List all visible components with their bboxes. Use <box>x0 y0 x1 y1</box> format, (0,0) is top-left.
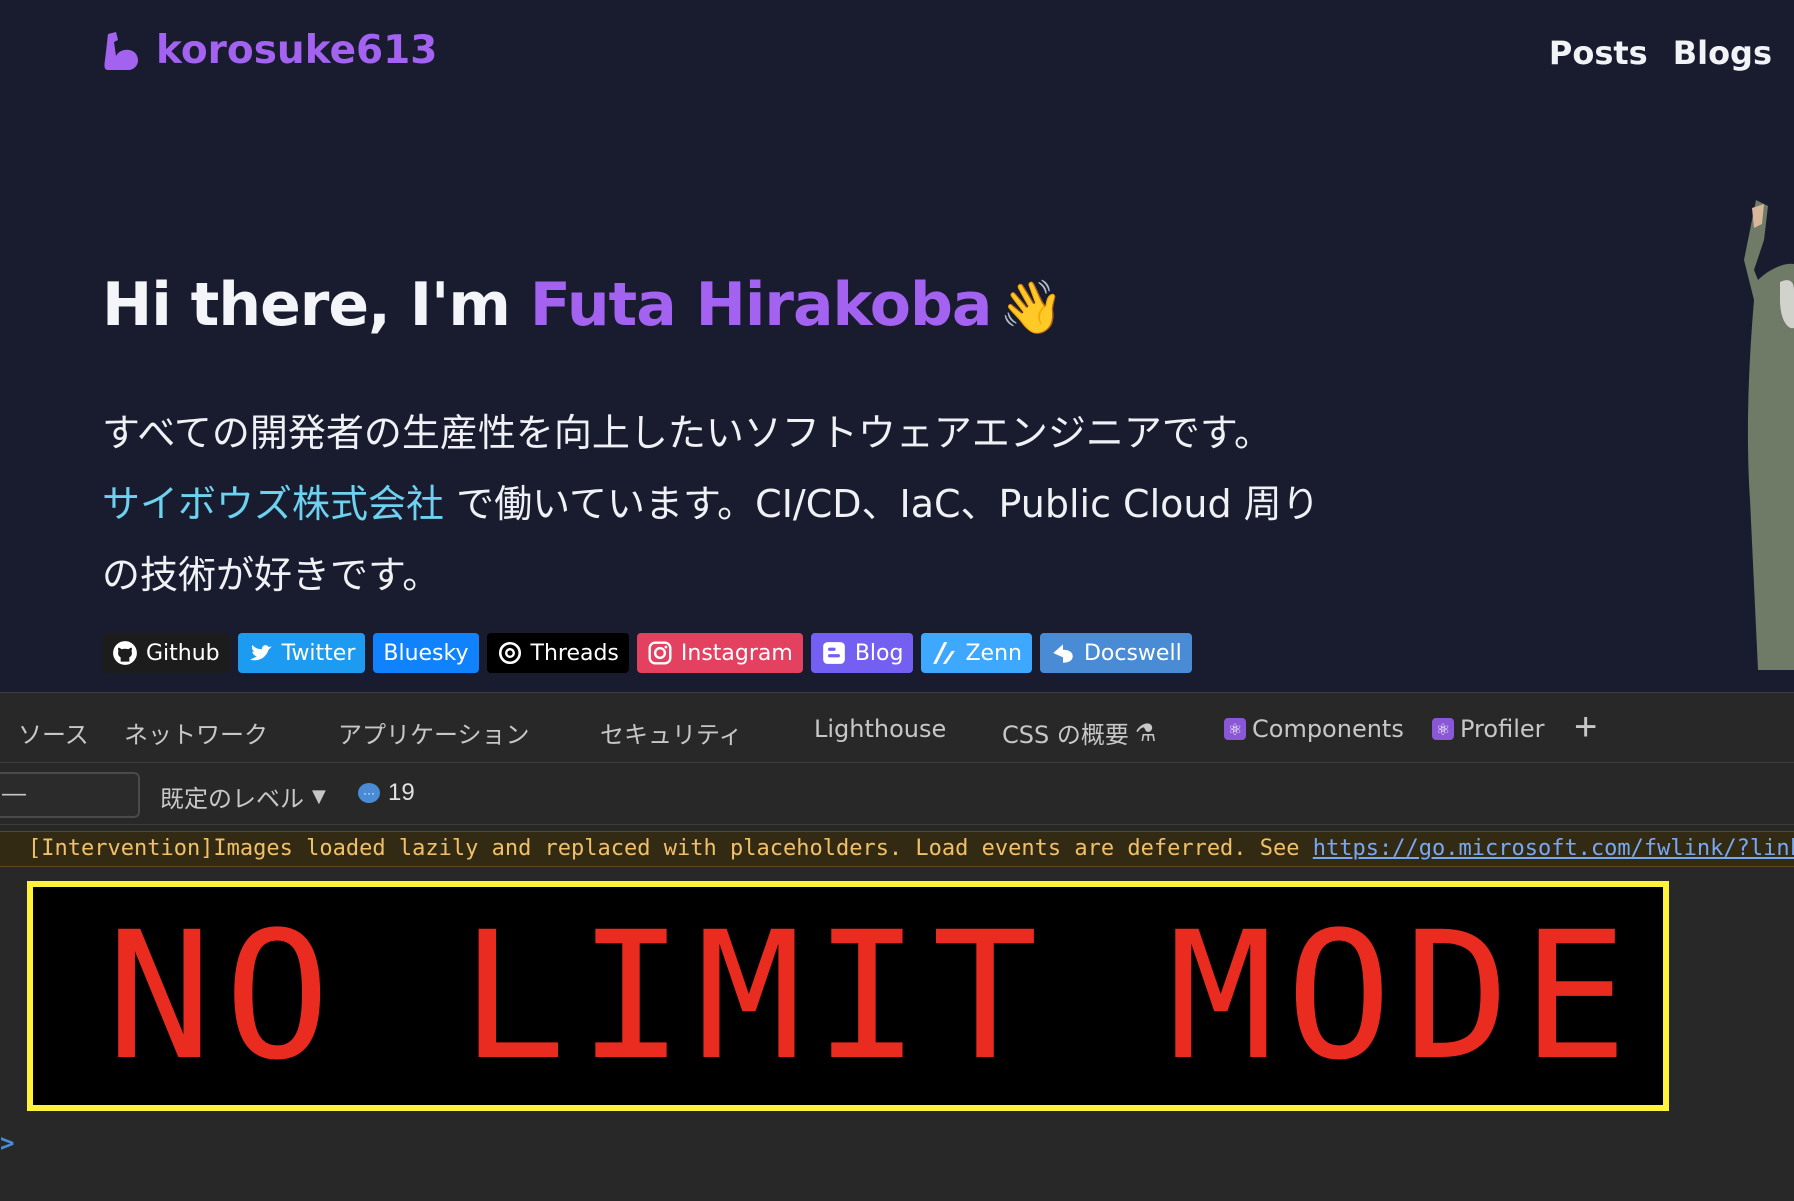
blogger-icon <box>821 640 847 666</box>
hero-prefix: Hi there, I'm <box>102 270 530 340</box>
tab-label: Components <box>1252 715 1404 743</box>
tab-lighthouse[interactable]: Lighthouse <box>814 715 946 743</box>
message-count: 19 <box>388 779 415 806</box>
github-icon <box>112 640 138 666</box>
console-toolbar: — 既定のレベル ▼ ··· 19 <box>0 763 1794 825</box>
console-prompt-icon[interactable]: > <box>0 1129 14 1157</box>
badge-label: Bluesky <box>383 640 469 666</box>
website-viewport: korosuke613 Posts Blogs Hi there, I'm Fu… <box>0 0 1794 692</box>
tab-security[interactable]: セキュリティ <box>600 715 743 750</box>
tab-sources[interactable]: ソース <box>18 715 89 750</box>
waving-hand-icon: 👋 <box>999 278 1064 338</box>
flexed-bicep-icon <box>102 30 142 72</box>
react-icon: ⚛ <box>1224 718 1246 740</box>
zenn-icon <box>931 640 957 666</box>
add-tab-icon[interactable]: + <box>1574 705 1597 750</box>
badge-label: Threads <box>530 640 619 666</box>
chat-bubble-icon: ··· <box>358 783 380 803</box>
badge-bluesky[interactable]: Bluesky <box>373 633 479 673</box>
devtools-panel: ソース ネットワーク アプリケーション セキュリティ Lighthouse CS… <box>0 692 1794 1201</box>
badge-threads[interactable]: Threads <box>486 633 629 673</box>
social-badges: Github Twitter Bluesky Threads Instagram <box>102 633 1192 673</box>
tab-components[interactable]: ⚛ Components <box>1224 715 1404 743</box>
site-brand[interactable]: korosuke613 <box>102 28 437 73</box>
tab-network[interactable]: ネットワーク <box>124 715 268 750</box>
badge-docswell[interactable]: Docswell <box>1039 633 1192 673</box>
badge-label: Zenn <box>965 640 1022 666</box>
tab-application[interactable]: アプリケーション <box>338 715 530 750</box>
badge-label: Github <box>146 640 220 666</box>
top-nav: Posts Blogs <box>1549 34 1772 72</box>
log-level-label: 既定のレベル <box>160 785 304 813</box>
badge-github[interactable]: Github <box>102 633 230 673</box>
docswell-icon <box>1050 640 1076 666</box>
badge-blog[interactable]: Blog <box>810 633 914 673</box>
caret-down-icon: ▼ <box>312 786 326 807</box>
react-icon: ⚛ <box>1432 718 1454 740</box>
badge-instagram[interactable]: Instagram <box>636 633 803 673</box>
nav-blogs-link[interactable]: Blogs <box>1673 34 1772 72</box>
warning-text: [Intervention]Images loaded lazily and r… <box>28 836 1313 861</box>
nav-posts-link[interactable]: Posts <box>1549 34 1648 72</box>
badge-zenn[interactable]: Zenn <box>921 633 1032 673</box>
devtools-tab-bar: ソース ネットワーク アプリケーション セキュリティ Lighthouse CS… <box>0 693 1794 763</box>
tab-profiler[interactable]: ⚛ Profiler <box>1432 715 1545 743</box>
tab-css-overview[interactable]: CSS の概要 ⚗ <box>1002 715 1156 750</box>
no-limit-mode-banner: NO LIMIT MODE <box>27 881 1669 1111</box>
badge-twitter[interactable]: Twitter <box>237 633 366 673</box>
warning-link[interactable]: https://go.microsoft.com/fwlink/?link <box>1313 836 1794 861</box>
badge-label: Instagram <box>680 640 793 666</box>
company-link[interactable]: サイボウズ株式会社 <box>102 482 444 526</box>
flask-icon: ⚗ <box>1134 718 1157 747</box>
tab-label: Profiler <box>1460 715 1545 743</box>
badge-label: Twitter <box>281 640 356 666</box>
banner-text: NO LIMIT MODE <box>106 893 1640 1099</box>
person-photo <box>1694 200 1794 670</box>
message-count-badge[interactable]: ··· 19 <box>358 779 415 807</box>
twitter-icon <box>248 640 274 666</box>
bio-line1: すべての開発者の生産性を向上したいソフトウェアエンジニアです。 <box>102 411 1273 455</box>
filter-input[interactable]: — <box>0 772 140 818</box>
console-warning-row: [Intervention]Images loaded lazily and r… <box>0 831 1794 867</box>
hero-name: Futa Hirakoba <box>529 270 993 340</box>
bio-text: すべての開発者の生産性を向上したいソフトウェアエンジニアです。 サイボウズ株式会社… <box>102 398 1342 611</box>
log-level-select[interactable]: 既定のレベル ▼ <box>160 779 326 814</box>
hero-heading: Hi there, I'm Futa Hirakoba 👋 <box>102 270 1064 340</box>
instagram-icon <box>647 640 673 666</box>
threads-icon <box>497 640 523 666</box>
badge-label: Blog <box>854 640 904 666</box>
badge-label: Docswell <box>1083 640 1182 666</box>
brand-name: korosuke613 <box>156 28 438 73</box>
tab-label: CSS の概要 <box>1002 721 1129 749</box>
